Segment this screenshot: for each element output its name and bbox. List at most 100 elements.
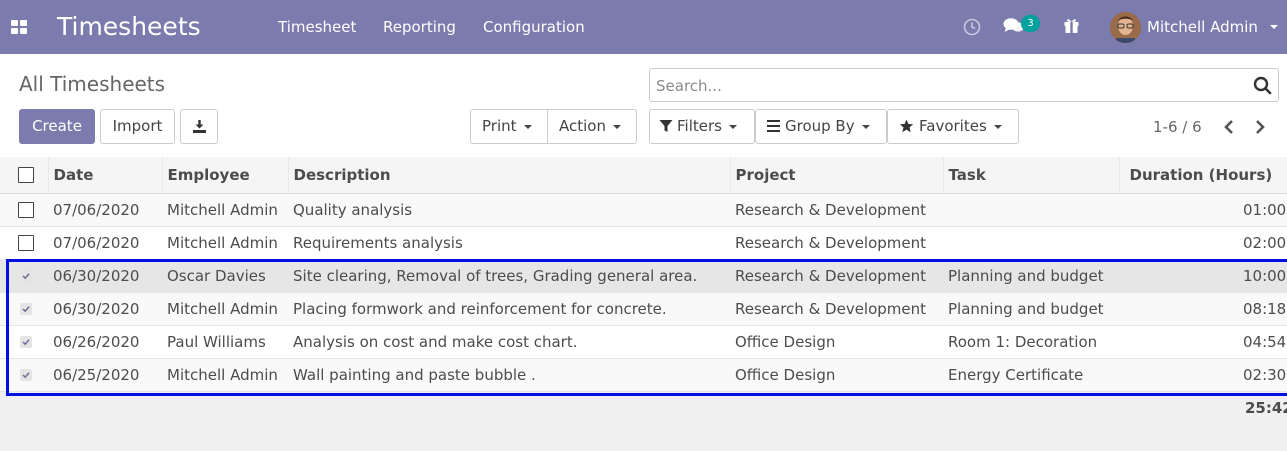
pager-previous-icon[interactable] bbox=[1223, 118, 1235, 140]
cell-duration: 04:54 bbox=[1243, 332, 1287, 351]
activity-clock-icon[interactable] bbox=[963, 18, 981, 40]
top-navbar: Timesheets Timesheet Reporting Configura… bbox=[0, 0, 1287, 54]
cell-employee: Oscar Davies bbox=[167, 266, 266, 285]
search-bar[interactable] bbox=[649, 68, 1279, 102]
search-icon[interactable] bbox=[1253, 76, 1272, 99]
cell-employee: Mitchell Admin bbox=[167, 299, 278, 318]
cell-date: 06/25/2020 bbox=[53, 365, 140, 384]
table-row[interactable]: 07/06/2020 Mitchell Admin Requirements a… bbox=[0, 226, 1287, 259]
row-select-cell[interactable] bbox=[0, 226, 48, 259]
row-checkbox-checked[interactable] bbox=[20, 270, 32, 282]
cell-duration: 10:00 bbox=[1243, 266, 1287, 285]
create-button[interactable]: Create bbox=[19, 109, 95, 144]
download-button[interactable] bbox=[180, 109, 218, 144]
cell-employee: Mitchell Admin bbox=[167, 233, 278, 252]
menu-timesheet[interactable]: Timesheet bbox=[278, 17, 356, 37]
checkmark-icon bbox=[22, 372, 30, 379]
import-button[interactable]: Import bbox=[100, 109, 175, 144]
user-name[interactable]: Mitchell Admin bbox=[1147, 17, 1258, 37]
row-select-cell[interactable] bbox=[0, 358, 48, 391]
cell-description: Site clearing, Removal of trees, Grading… bbox=[293, 266, 698, 285]
cell-description: Requirements analysis bbox=[293, 233, 463, 252]
row-checkbox-checked[interactable] bbox=[20, 336, 32, 348]
column-header-task[interactable]: Task bbox=[943, 157, 1120, 194]
checkmark-icon bbox=[22, 273, 30, 280]
breadcrumb: All Timesheets bbox=[19, 72, 166, 96]
group-by-caret-icon bbox=[861, 124, 870, 129]
table-row[interactable]: 07/06/2020 Mitchell Admin Quality analys… bbox=[0, 193, 1287, 226]
table-row[interactable]: 06/26/2020 Paul Williams Analysis on cos… bbox=[0, 325, 1287, 358]
apps-menu-icon[interactable] bbox=[11, 20, 27, 34]
cell-date: 07/06/2020 bbox=[53, 200, 140, 219]
cell-project: Office Design bbox=[735, 332, 836, 351]
column-header-date[interactable]: Date bbox=[48, 157, 163, 194]
row-checkbox[interactable] bbox=[18, 235, 34, 251]
cell-task bbox=[943, 193, 1119, 226]
action-caret-icon bbox=[612, 124, 621, 129]
download-icon bbox=[193, 120, 206, 133]
column-header-project[interactable]: Project bbox=[730, 157, 944, 194]
cell-duration: 08:18 bbox=[1243, 299, 1287, 318]
table-footer: 25:42 bbox=[0, 392, 1287, 425]
cell-task: Planning and budget bbox=[948, 266, 1104, 285]
action-dropdown[interactable]: Action bbox=[547, 109, 637, 144]
cell-duration: 01:00 bbox=[1243, 200, 1287, 219]
user-avatar[interactable] bbox=[1110, 12, 1141, 43]
cell-task: Energy Certificate bbox=[948, 365, 1084, 384]
timesheet-list: Date Employee Description Project Task D… bbox=[0, 157, 1287, 451]
cell-duration: 02:30 bbox=[1243, 365, 1287, 384]
filter-icon bbox=[659, 120, 673, 132]
favorites-label: Favorites bbox=[919, 117, 987, 135]
cell-date: 06/30/2020 bbox=[53, 299, 140, 318]
select-all-cell[interactable] bbox=[0, 157, 49, 194]
favorites-dropdown[interactable]: Favorites bbox=[887, 109, 1019, 144]
table-row[interactable]: 06/30/2020 Oscar Davies Site clearing, R… bbox=[0, 259, 1287, 292]
filters-label: Filters bbox=[677, 117, 722, 135]
row-checkbox[interactable] bbox=[18, 202, 34, 218]
checkmark-icon bbox=[22, 306, 30, 313]
column-header-employee[interactable]: Employee bbox=[162, 157, 289, 194]
app-title: Timesheets bbox=[57, 12, 201, 41]
column-header-description[interactable]: Description bbox=[288, 157, 731, 194]
menu-configuration[interactable]: Configuration bbox=[483, 17, 585, 37]
row-checkbox-checked[interactable] bbox=[20, 369, 32, 381]
table-row[interactable]: 06/30/2020 Mitchell Admin Placing formwo… bbox=[0, 292, 1287, 325]
pager-next-icon[interactable] bbox=[1254, 118, 1266, 140]
select-all-checkbox[interactable] bbox=[18, 167, 34, 184]
gift-icon[interactable] bbox=[1063, 17, 1080, 38]
cell-duration: 02:00 bbox=[1243, 233, 1287, 252]
cell-employee: Mitchell Admin bbox=[167, 200, 278, 219]
cell-employee: Mitchell Admin bbox=[167, 365, 278, 384]
list-icon bbox=[767, 120, 780, 132]
filters-dropdown[interactable]: Filters bbox=[649, 109, 755, 144]
row-checkbox-checked[interactable] bbox=[20, 303, 32, 315]
table-header-row: Date Employee Description Project Task D… bbox=[0, 157, 1287, 194]
checkmark-icon bbox=[22, 339, 30, 346]
cell-employee: Paul Williams bbox=[167, 332, 266, 351]
cell-description: Wall painting and paste bubble . bbox=[293, 365, 536, 384]
pager-value[interactable]: 1-6 / 6 bbox=[1153, 117, 1202, 137]
cell-project: Office Design bbox=[735, 365, 836, 384]
print-dropdown[interactable]: Print bbox=[470, 109, 548, 144]
cell-description: Placing formwork and reinforcement for c… bbox=[293, 299, 667, 318]
row-select-cell[interactable] bbox=[0, 292, 48, 325]
menu-reporting[interactable]: Reporting bbox=[383, 17, 456, 37]
group-by-label: Group By bbox=[785, 117, 855, 135]
action-label: Action bbox=[559, 117, 606, 135]
row-select-cell[interactable] bbox=[0, 259, 48, 292]
timesheet-table: Date Employee Description Project Task D… bbox=[0, 157, 1287, 392]
cell-date: 06/26/2020 bbox=[53, 332, 140, 351]
user-menu-chevron-down-icon[interactable] bbox=[1270, 25, 1278, 29]
search-input[interactable] bbox=[656, 75, 1236, 97]
total-duration: 25:42 bbox=[1245, 399, 1287, 417]
filters-caret-icon bbox=[728, 124, 737, 129]
column-header-duration[interactable]: Duration (Hours) bbox=[1119, 157, 1287, 194]
row-select-cell[interactable] bbox=[0, 325, 48, 358]
print-caret-icon bbox=[523, 124, 532, 129]
row-select-cell[interactable] bbox=[0, 193, 48, 226]
cell-description: Quality analysis bbox=[293, 200, 413, 219]
messages-count-badge: 3 bbox=[1021, 15, 1040, 32]
group-by-dropdown[interactable]: Group By bbox=[755, 109, 887, 144]
table-row[interactable]: 06/25/2020 Mitchell Admin Wall painting … bbox=[0, 358, 1287, 391]
cell-description: Analysis on cost and make cost chart. bbox=[293, 332, 578, 351]
